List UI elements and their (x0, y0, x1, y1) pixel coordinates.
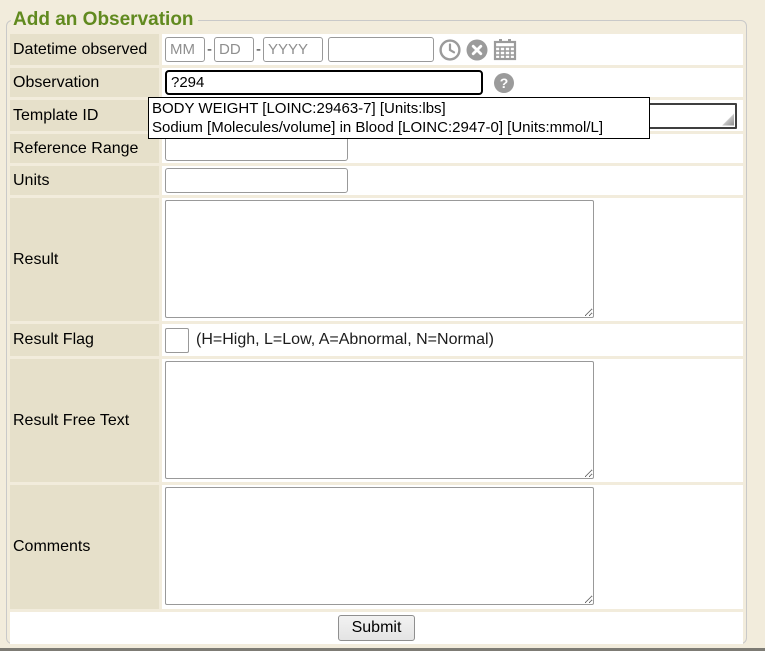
help-icon[interactable]: ? (494, 73, 514, 93)
template-id-label: Template ID (10, 100, 159, 131)
result-free-text-label: Result Free Text (10, 359, 159, 482)
units-cell (162, 166, 743, 195)
row-result: Result (10, 198, 743, 321)
resize-grip-icon (721, 113, 734, 126)
comments-label: Comments (10, 485, 159, 609)
result-cell (162, 198, 743, 321)
row-datetime-observed: Datetime observed - - (10, 34, 743, 65)
reference-range-label: Reference Range (10, 134, 159, 163)
result-free-text-cell (162, 359, 743, 482)
row-observation: Observation ? (10, 68, 743, 97)
units-input[interactable] (165, 168, 348, 193)
result-free-text-textarea[interactable] (165, 361, 594, 479)
date-separator: - (207, 41, 212, 58)
result-flag-label: Result Flag (10, 324, 159, 356)
svg-text:?: ? (500, 75, 509, 91)
datetime-observed-cell: - - (162, 34, 743, 65)
comments-cell (162, 485, 743, 609)
result-textarea[interactable] (165, 200, 594, 318)
submit-button[interactable]: Submit (338, 615, 416, 641)
autocomplete-item[interactable]: BODY WEIGHT [LOINC:29463-7] [Units:lbs] (149, 99, 649, 118)
observation-cell: ? (162, 68, 743, 97)
result-flag-input[interactable] (165, 328, 189, 353)
units-label: Units (10, 166, 159, 195)
result-label: Result (10, 198, 159, 321)
year-input[interactable] (263, 37, 323, 62)
row-comments: Comments (10, 485, 743, 609)
month-input[interactable] (165, 37, 205, 62)
reference-range-input[interactable] (165, 136, 348, 161)
autocomplete-item[interactable]: Sodium [Molecules/volume] in Blood [LOIN… (149, 118, 649, 137)
autocomplete-dropdown: BODY WEIGHT [LOINC:29463-7] [Units:lbs] … (148, 97, 650, 139)
row-result-free-text: Result Free Text (10, 359, 743, 482)
clock-icon[interactable] (439, 39, 461, 61)
day-input[interactable] (214, 37, 254, 62)
datetime-observed-label: Datetime observed (10, 34, 159, 65)
page-title: Add an Observation (11, 9, 198, 31)
observation-label: Observation (10, 68, 159, 97)
result-flag-cell: (H=High, L=Low, A=Abnormal, N=Normal) (162, 324, 743, 356)
date-separator: - (256, 41, 261, 58)
row-units: Units (10, 166, 743, 195)
clear-icon[interactable] (466, 39, 488, 61)
row-result-flag: Result Flag (H=High, L=Low, A=Abnormal, … (10, 324, 743, 356)
page: { "title": "Add an Observation", "colors… (0, 0, 765, 651)
time-input[interactable] (328, 37, 434, 62)
observation-input[interactable] (165, 70, 483, 95)
row-submit: Submit (10, 612, 743, 644)
calendar-icon[interactable] (493, 38, 517, 61)
comments-textarea[interactable] (165, 487, 594, 605)
result-flag-hint: (H=High, L=Low, A=Abnormal, N=Normal) (196, 331, 494, 349)
